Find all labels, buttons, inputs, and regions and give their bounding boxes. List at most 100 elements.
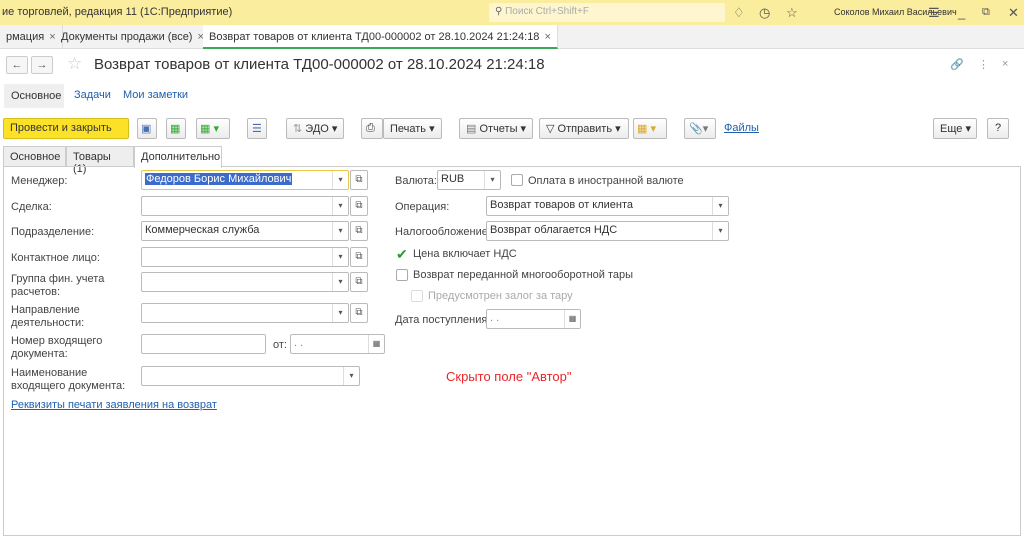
minimize-icon[interactable]: _ [958, 5, 965, 20]
dropdown-icon[interactable]: ▾ [332, 197, 348, 215]
inner-tab-additional[interactable]: Дополнительно [134, 146, 222, 168]
files-link[interactable]: Файлы [724, 122, 759, 134]
bell-icon[interactable]: ♢ [733, 5, 745, 21]
edo-button[interactable]: ⇅ ЭДО ▾ [286, 118, 344, 139]
star-icon[interactable]: ☆ [786, 5, 798, 21]
close-icon[interactable]: ✕ [1008, 5, 1019, 21]
return-tare-checkbox[interactable] [396, 269, 408, 281]
save-button[interactable]: ▣ [137, 118, 157, 139]
subtab-tasks[interactable]: Задачи [74, 89, 111, 101]
post-and-close-button[interactable]: Провести и закрыть [3, 118, 129, 139]
price-vat-checkbox[interactable]: ✔ [396, 247, 408, 261]
manager-label: Менеджер: [11, 175, 68, 187]
contact-label: Контактное лицо: [11, 252, 100, 264]
dropdown-icon[interactable]: ▾ [332, 248, 348, 266]
department-field[interactable]: Коммерческая служба ▾ [141, 221, 349, 241]
dropdown-icon[interactable]: ▾ [332, 273, 348, 291]
tab-bar: рмация × Документы продажи (все) × Возврат… [0, 25, 1024, 49]
open-icon[interactable]: ⧉ [350, 221, 368, 241]
history-icon[interactable]: ◷ [759, 5, 770, 21]
create-based-on-button[interactable]: ▦ ▾ [196, 118, 230, 139]
dropdown-icon[interactable]: ▾ [343, 367, 359, 385]
open-icon[interactable]: ⧉ [350, 196, 368, 216]
fin-group-field[interactable]: ▾ [141, 272, 349, 292]
button-label: Печать [390, 123, 427, 135]
open-icon[interactable]: ⧉ [350, 303, 368, 323]
field-value: . . [294, 337, 304, 349]
print-button[interactable]: Печать ▾ [383, 118, 442, 139]
menu-icon[interactable]: ☰ [928, 5, 940, 21]
close-form-icon[interactable]: × [1002, 58, 1008, 70]
hidden-field-annotation: Скрыто поле "Автор" [446, 369, 572, 384]
department-label: Подразделение: [11, 226, 95, 238]
field-value: Возврат облагается НДС [490, 224, 618, 236]
tab-label: Дополнительно [141, 151, 221, 163]
back-button[interactable]: ← [6, 56, 28, 74]
tab-info[interactable]: рмация × [0, 25, 63, 49]
tax-field[interactable]: Возврат облагается НДС ▾ [486, 221, 729, 241]
open-icon[interactable]: ⧉ [350, 170, 368, 190]
dropdown-icon[interactable]: ▾ [332, 304, 348, 322]
post-icon: ▦ [170, 123, 181, 135]
field-value: . . [490, 312, 500, 324]
search-icon: ⚲ [495, 6, 506, 17]
list-icon: ☰ [252, 123, 262, 135]
post-button[interactable]: ▦ [166, 118, 186, 139]
print-requisites-link[interactable]: Реквизиты печати заявления на возврат [11, 399, 217, 411]
print-icon-button[interactable]: ⎙ [361, 118, 383, 139]
calendar-icon[interactable]: ▦ [564, 310, 580, 328]
tab-sales-docs[interactable]: Документы продажи (все) × [55, 25, 211, 49]
more-vert-icon[interactable]: ⋮ [978, 58, 989, 71]
contact-field[interactable]: ▾ [141, 247, 349, 267]
inner-tab-goods[interactable]: Товары (1) [66, 146, 134, 175]
forward-button[interactable]: → [31, 56, 53, 74]
deposit-checkbox[interactable] [411, 290, 423, 302]
dropdown-icon[interactable]: ▾ [484, 171, 500, 189]
manager-field[interactable]: Федоров Борис Михайлович ▾ [141, 170, 349, 190]
inner-tab-main[interactable]: Основное [3, 146, 66, 167]
in-number-field[interactable] [141, 334, 266, 354]
journal-button[interactable]: ☰ [247, 118, 267, 139]
search-input[interactable]: ⚲ Поиск Ctrl+Shift+F [489, 3, 725, 22]
in-date-field[interactable]: . . ▦ [290, 334, 385, 354]
tab-label: Возврат товаров от клиента ТД00-000002 о… [209, 31, 540, 43]
tab-return-doc[interactable]: Возврат товаров от клиента ТД00-000002 о… [203, 25, 558, 49]
return-tare-label: Возврат переданной многооборотной тары [413, 269, 634, 281]
dropdown-icon[interactable]: ▾ [332, 171, 348, 189]
report-icon: ▤ [466, 123, 477, 135]
foreign-currency-checkbox[interactable] [511, 174, 523, 186]
attach-button[interactable]: 📎▾ [684, 118, 716, 139]
deal-field[interactable]: ▾ [141, 196, 349, 216]
open-icon[interactable]: ⧉ [350, 272, 368, 292]
send-icon: ▽ [546, 123, 555, 135]
link-icon[interactable]: 🔗 [950, 58, 964, 71]
printer-icon: ⎙ [366, 122, 375, 134]
reports-button[interactable]: ▤ Отчеты ▾ [459, 118, 533, 139]
tab-label: рмация [6, 31, 45, 43]
button-label: Еще [940, 123, 963, 135]
open-icon[interactable]: ⧉ [350, 247, 368, 267]
button-label: Отчеты [479, 123, 518, 135]
dropdown-icon[interactable]: ▾ [712, 222, 728, 240]
button-label: ? [995, 122, 1002, 134]
operation-field[interactable]: Возврат товаров от клиента ▾ [486, 196, 729, 216]
send-button[interactable]: ▽ Отправить ▾ [539, 118, 629, 139]
favorite-star-icon[interactable]: ☆ [67, 54, 82, 74]
direction-field[interactable]: ▾ [141, 303, 349, 323]
dropdown-icon[interactable]: ▾ [332, 222, 348, 240]
close-icon[interactable]: × [544, 31, 550, 43]
field-value: Федоров Борис Михайлович [145, 173, 293, 185]
subtab-notes[interactable]: Мои заметки [123, 89, 188, 101]
restore-icon[interactable]: ⧉ [982, 6, 990, 19]
app-title: ие торговлей, редакция 11 (1С:Предприяти… [2, 6, 233, 18]
currency-field[interactable]: RUB ▾ [437, 170, 501, 190]
more-button[interactable]: Еще ▾ [933, 118, 977, 139]
tasks-button[interactable]: ▦ ▾ [633, 118, 667, 139]
calendar-icon[interactable]: ▦ [368, 335, 384, 353]
foreign-currency-label: Оплата в иностранной валюте [528, 175, 684, 187]
help-button[interactable]: ? [987, 118, 1009, 139]
dropdown-icon[interactable]: ▾ [712, 197, 728, 215]
receipt-date-field[interactable]: . . ▦ [486, 309, 581, 329]
subtab-main[interactable]: Основное [4, 84, 64, 108]
in-name-field[interactable]: ▾ [141, 366, 360, 386]
